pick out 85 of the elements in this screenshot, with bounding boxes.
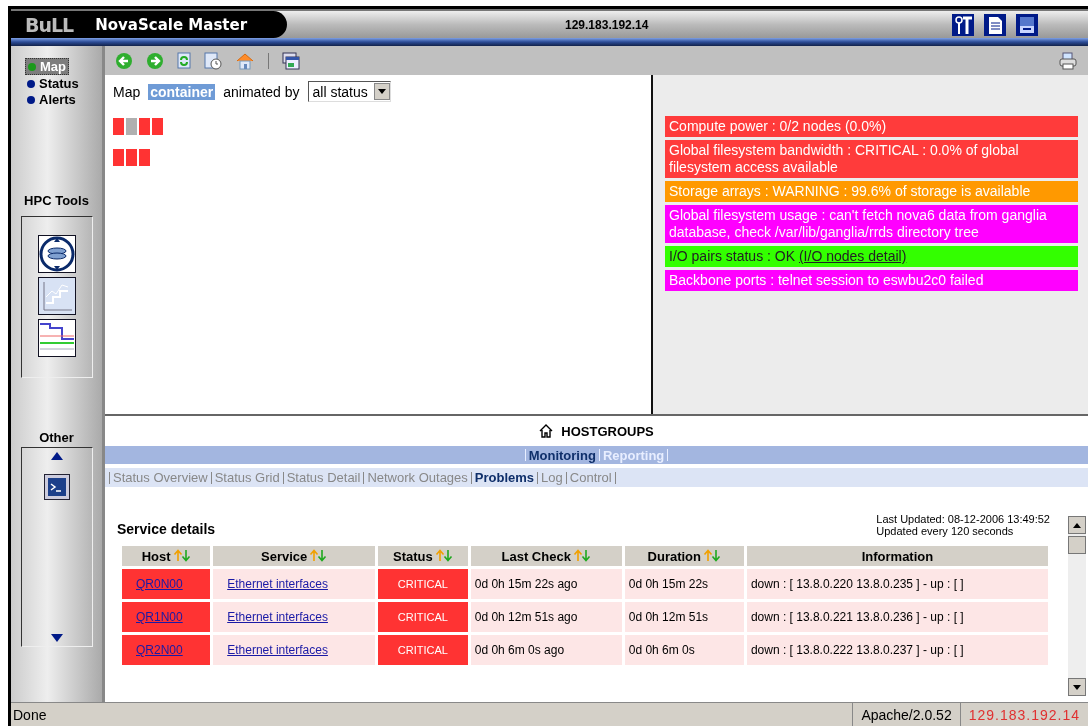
scroll-up-button[interactable] <box>1068 516 1086 534</box>
dropdown-icon <box>377 89 386 94</box>
scroll-up-icon[interactable] <box>50 452 63 460</box>
home-icon <box>539 424 554 438</box>
back-icon[interactable] <box>115 51 133 70</box>
node-square[interactable] <box>152 118 163 135</box>
node-square[interactable] <box>113 118 124 135</box>
node-square[interactable] <box>139 118 150 135</box>
service-link[interactable]: Ethernet interfaces <box>227 610 328 624</box>
node-square[interactable] <box>126 149 137 166</box>
terminal-icon[interactable] <box>43 474 70 500</box>
scroll-down-icon[interactable] <box>50 634 63 642</box>
table-cell: 0d 0h 12m 51s ago <box>470 602 622 632</box>
status-message: Done <box>12 706 48 723</box>
status-select[interactable]: all status <box>307 81 391 102</box>
sidebar-item[interactable]: Map <box>25 58 69 75</box>
windows-icon[interactable] <box>282 51 300 70</box>
node-square[interactable] <box>113 149 124 166</box>
node-square[interactable] <box>126 118 137 135</box>
service-link[interactable]: Ethernet interfaces <box>227 577 328 591</box>
scroll-thumb[interactable] <box>1068 536 1086 554</box>
home-icon[interactable] <box>235 51 255 70</box>
tab[interactable]: Monitoring <box>528 447 596 463</box>
alert-banner: Global filesystem bandwidth : CRITICAL : 0.0% of global filesystem access available <box>665 140 1078 178</box>
map-label: Map <box>113 83 141 100</box>
table-cell: 0d 0h 6m 0s ago <box>470 635 622 665</box>
drive-icon[interactable] <box>1016 13 1038 36</box>
table-cell: 0d 0h 6m 0s <box>624 635 744 665</box>
table-cell: 0d 0h 12m 51s <box>624 602 744 632</box>
document-icon[interactable] <box>984 13 1006 36</box>
section-heading: HOSTGROUPS <box>561 423 654 439</box>
column-header[interactable]: Service <box>213 546 376 566</box>
status-cell: CRITICAL <box>378 602 468 632</box>
panel-title: Service details <box>117 521 216 537</box>
app-title: NovaScale Master <box>95 15 248 34</box>
alert-banner: I/O pairs status : OK (I/O nodes detail) <box>665 246 1078 267</box>
forward-icon[interactable] <box>146 51 164 70</box>
storage-tool-icon[interactable] <box>37 235 76 273</box>
alert-banner: Global filesystem usage : can't fetch nova6 data from ganglia database, check /var/lib/ganglia/rrds directory tree <box>665 205 1078 243</box>
printer-icon[interactable] <box>1058 51 1078 70</box>
refresh-icon[interactable] <box>177 52 191 69</box>
alert-banner: Compute power : 0/2 nodes (0.0%) <box>665 116 1078 137</box>
table-cell: down : [ 13.8.0.222 13.8.0.237 ] - up : [ ] <box>746 635 1048 665</box>
column-header[interactable]: Host <box>122 546 211 566</box>
status-cell: CRITICAL <box>378 569 468 599</box>
table-cell: 0d 0h 15m 22s <box>624 569 744 599</box>
sort-icon[interactable] <box>309 548 328 562</box>
alert-banner: Backbone ports : telnet session to eswbu2c0 failed <box>665 270 1078 291</box>
last-updated: Last Updated: 08-12-2006 13:49:52 <box>876 513 1050 525</box>
column-header[interactable]: Last Check <box>470 546 622 566</box>
logo: BuLL <box>25 13 74 36</box>
service-link[interactable]: Ethernet interfaces <box>227 643 328 657</box>
update-interval: Updated every 120 seconds <box>876 525 1015 537</box>
detail-link[interactable]: (I/O nodes detail) <box>798 248 907 264</box>
node-square[interactable] <box>139 149 150 166</box>
status-cell: CRITICAL <box>378 635 468 665</box>
sort-icon[interactable] <box>703 548 721 562</box>
arrow-down-icon <box>1073 684 1081 690</box>
sidebar-item[interactable]: Status <box>25 76 81 91</box>
column-header[interactable]: Duration <box>624 546 744 566</box>
tools-icon[interactable] <box>952 13 974 36</box>
table-cell: down : [ 13.8.0.220 13.8.0.235 ] - up : [ ] <box>746 569 1048 599</box>
table-cell: down : [ 13.8.0.221 13.8.0.236 ] - up : [ ] <box>746 602 1048 632</box>
sort-icon[interactable] <box>572 548 591 562</box>
server-address: 129.183.192.14 <box>565 17 649 32</box>
animated-label: animated by <box>223 83 300 100</box>
sort-icon[interactable] <box>172 548 191 562</box>
nav-link[interactable]: Problems <box>474 470 535 485</box>
alert-banner: Storage arrays : WARNING : 99.6% of storage is available <box>665 181 1078 202</box>
sort-icon[interactable] <box>434 548 453 562</box>
table-cell: 0d 0h 15m 22s ago <box>470 569 622 599</box>
scrollbar[interactable] <box>1068 516 1086 696</box>
chart-tool-icon[interactable] <box>37 277 76 315</box>
section-title: HPC Tools <box>24 193 89 208</box>
arrow-up-icon <box>1073 522 1081 528</box>
column-header: Information <box>746 546 1048 566</box>
container-label: container <box>148 83 216 100</box>
server-address: 129.183.192.14 <box>959 703 1088 726</box>
column-header[interactable]: Status <box>378 546 468 566</box>
sidebar-item[interactable]: Alerts <box>25 92 78 107</box>
scroll-down-button[interactable] <box>1068 678 1086 696</box>
graph-tool-icon[interactable] <box>37 319 76 357</box>
schedule-icon[interactable] <box>204 51 222 70</box>
server-info: Apache/2.0.52 <box>852 703 960 726</box>
section-title: Other <box>39 430 74 445</box>
